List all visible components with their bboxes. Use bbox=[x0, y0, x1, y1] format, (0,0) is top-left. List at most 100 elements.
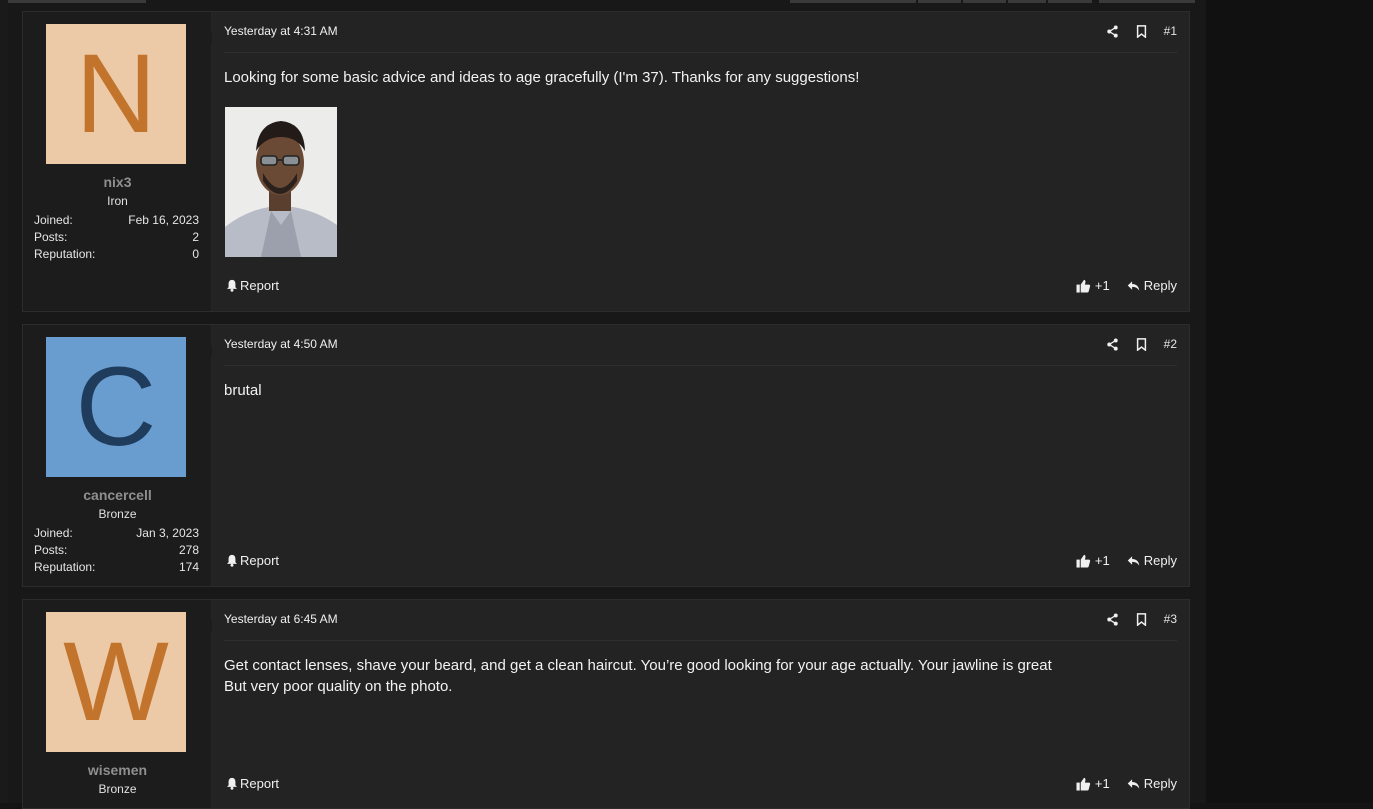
post-content: Yesterday at 6:45 AM #3 Get contact lens… bbox=[224, 600, 1177, 808]
report-label: Report bbox=[240, 776, 280, 791]
share-icon[interactable] bbox=[1106, 612, 1120, 626]
bell-icon bbox=[227, 554, 237, 567]
post-actions: +1 Reply bbox=[1076, 776, 1177, 791]
post: W wisemen Bronze Yesterday at 6:45 AM #3 bbox=[22, 599, 1190, 809]
like-count: +1 bbox=[1094, 278, 1110, 293]
avatar-letter: W bbox=[63, 619, 169, 744]
post-body: Looking for some basic advice and ideas … bbox=[224, 67, 1077, 88]
post-header: Yesterday at 6:45 AM #3 bbox=[224, 612, 1177, 641]
like-count: +1 bbox=[1094, 553, 1110, 568]
stat-joined: Joined: Jan 3, 2023 bbox=[34, 525, 199, 542]
post: N nix3 Iron Joined: Feb 16, 2023 Posts: … bbox=[22, 11, 1190, 312]
user-rank: Bronze bbox=[98, 782, 137, 796]
stat-label: Reputation: bbox=[34, 247, 96, 261]
reply-button[interactable]: Reply bbox=[1127, 278, 1177, 293]
post-footer: Report +1 Reply bbox=[224, 278, 1177, 298]
post-footer: Report +1 Reply bbox=[224, 553, 1177, 573]
stat-reputation: Reputation: 174 bbox=[34, 559, 199, 576]
post-date-link[interactable]: Yesterday at 6:45 AM bbox=[224, 612, 338, 626]
top-nav-strip bbox=[1008, 0, 1046, 3]
post-body-line: Looking for some basic advice and ideas … bbox=[224, 69, 860, 86]
thumbs-up-icon bbox=[1076, 777, 1091, 791]
bookmark-icon[interactable] bbox=[1135, 612, 1149, 626]
username[interactable]: wisemen bbox=[23, 762, 212, 778]
stat-label: Posts: bbox=[34, 230, 68, 244]
stat-value: Feb 16, 2023 bbox=[128, 213, 199, 227]
bell-icon bbox=[227, 777, 237, 790]
user-rank: Bronze bbox=[98, 507, 137, 521]
report-button[interactable]: Report bbox=[226, 776, 279, 791]
thumbs-up-icon bbox=[1076, 554, 1091, 568]
like-button[interactable]: +1 bbox=[1076, 776, 1110, 791]
post-content: Yesterday at 4:31 AM #1 Looking for some… bbox=[224, 12, 1177, 311]
post-user-info: C cancercell Bronze Joined: Jan 3, 2023 … bbox=[23, 325, 212, 586]
stat-label: Joined: bbox=[34, 213, 73, 227]
report-button[interactable]: Report bbox=[226, 278, 279, 293]
post-tools: #2 bbox=[1106, 337, 1177, 351]
stat-posts: Posts: 2 bbox=[34, 229, 199, 246]
bell-icon bbox=[227, 279, 237, 292]
avatar-letter: N bbox=[75, 31, 157, 156]
reply-label: Reply bbox=[1143, 553, 1177, 568]
top-nav-strip bbox=[8, 0, 146, 3]
stat-value: 0 bbox=[192, 247, 199, 261]
reply-icon bbox=[1127, 778, 1140, 789]
user-stats: Joined: Feb 16, 2023 Posts: 2 Reputation… bbox=[34, 212, 199, 263]
avatar-letter: C bbox=[75, 344, 157, 469]
stat-posts: Posts: 278 bbox=[34, 542, 199, 559]
post-body-line: But very poor quality on the photo. bbox=[224, 678, 453, 695]
stat-reputation: Reputation: 0 bbox=[34, 246, 199, 263]
post-arrow bbox=[204, 345, 212, 357]
post-body: brutal bbox=[224, 380, 1077, 401]
post-actions: +1 Reply bbox=[1076, 278, 1177, 293]
report-label: Report bbox=[240, 278, 280, 293]
top-nav-strip bbox=[1048, 0, 1092, 3]
post-header: Yesterday at 4:50 AM #2 bbox=[224, 337, 1177, 366]
username[interactable]: cancercell bbox=[23, 487, 212, 503]
username[interactable]: nix3 bbox=[23, 174, 212, 190]
post-number-link[interactable]: #3 bbox=[1164, 612, 1177, 626]
post-arrow bbox=[204, 620, 212, 632]
post-number-link[interactable]: #2 bbox=[1164, 337, 1177, 351]
post-tools: #1 bbox=[1106, 24, 1177, 38]
post-number-link[interactable]: #1 bbox=[1164, 24, 1177, 38]
thumbs-up-icon bbox=[1076, 279, 1091, 293]
post-header: Yesterday at 4:31 AM #1 bbox=[224, 24, 1177, 53]
avatar[interactable]: C bbox=[46, 337, 186, 477]
post-actions: +1 Reply bbox=[1076, 553, 1177, 568]
user-rank: Iron bbox=[107, 194, 128, 208]
like-count: +1 bbox=[1094, 776, 1110, 791]
stat-label: Reputation: bbox=[34, 560, 96, 574]
post-content: Yesterday at 4:50 AM #2 brutal Report +1… bbox=[224, 325, 1177, 586]
avatar[interactable]: W bbox=[46, 612, 186, 752]
avatar[interactable]: N bbox=[46, 24, 186, 164]
report-button[interactable]: Report bbox=[226, 553, 279, 568]
reply-icon bbox=[1127, 555, 1140, 566]
stat-label: Posts: bbox=[34, 543, 68, 557]
share-icon[interactable] bbox=[1106, 24, 1120, 38]
stat-joined: Joined: Feb 16, 2023 bbox=[34, 212, 199, 229]
post-tools: #3 bbox=[1106, 612, 1177, 626]
bookmark-icon[interactable] bbox=[1135, 337, 1149, 351]
share-icon[interactable] bbox=[1106, 337, 1120, 351]
post-body: Get contact lenses, shave your beard, an… bbox=[224, 655, 1077, 697]
post-user-info: N nix3 Iron Joined: Feb 16, 2023 Posts: … bbox=[23, 12, 212, 311]
bookmark-icon[interactable] bbox=[1135, 24, 1149, 38]
post-date-link[interactable]: Yesterday at 4:31 AM bbox=[224, 24, 338, 38]
reply-label: Reply bbox=[1143, 278, 1177, 293]
post-body-line: Get contact lenses, shave your beard, an… bbox=[224, 657, 1052, 674]
post-date-link[interactable]: Yesterday at 4:50 AM bbox=[224, 337, 338, 351]
top-nav-strip bbox=[918, 0, 961, 3]
stat-value: 174 bbox=[178, 560, 199, 574]
stat-value: Jan 3, 2023 bbox=[136, 526, 199, 540]
reply-icon bbox=[1127, 280, 1140, 291]
attached-photo[interactable] bbox=[225, 107, 337, 257]
post-body-line: brutal bbox=[224, 382, 262, 399]
like-button[interactable]: +1 bbox=[1076, 278, 1110, 293]
reply-button[interactable]: Reply bbox=[1127, 776, 1177, 791]
user-stats: Joined: Jan 3, 2023 Posts: 278 Reputatio… bbox=[34, 525, 199, 576]
like-button[interactable]: +1 bbox=[1076, 553, 1110, 568]
reply-button[interactable]: Reply bbox=[1127, 553, 1177, 568]
top-nav-strip bbox=[1099, 0, 1195, 3]
top-nav-strip bbox=[963, 0, 1006, 3]
